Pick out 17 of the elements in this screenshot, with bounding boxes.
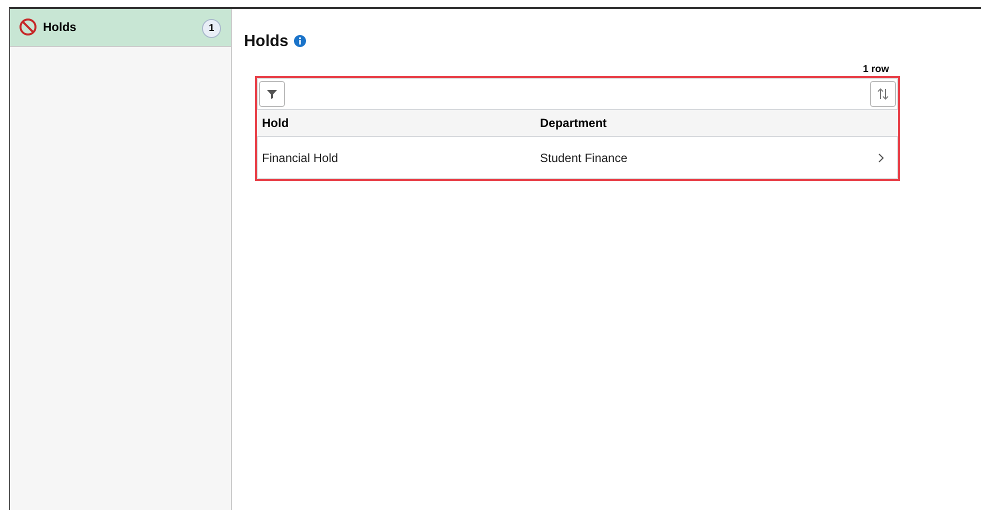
column-header: Department <box>540 116 608 130</box>
row-count: 1 row <box>862 64 889 75</box>
info-icon <box>294 35 306 47</box>
chevron-right-icon <box>878 153 884 163</box>
table-cell-text: Financial Hold <box>262 151 340 165</box>
sidebar-item[interactable]: Holds 1 <box>10 9 231 47</box>
prohibited-icon <box>19 18 37 36</box>
sort-icon <box>876 86 890 100</box>
column-header: Hold <box>262 116 290 130</box>
filter-icon <box>266 88 278 100</box>
page-title: Holds <box>244 33 288 51</box>
table-row[interactable]: Financial Hold Student Finance <box>257 136 898 179</box>
sidebar-item-label: Holds <box>43 20 78 34</box>
table-cell-text: Student Finance <box>540 151 628 165</box>
count-badge: 1 <box>202 19 221 38</box>
filter-button[interactable] <box>259 80 285 106</box>
sort-button[interactable] <box>870 80 896 106</box>
